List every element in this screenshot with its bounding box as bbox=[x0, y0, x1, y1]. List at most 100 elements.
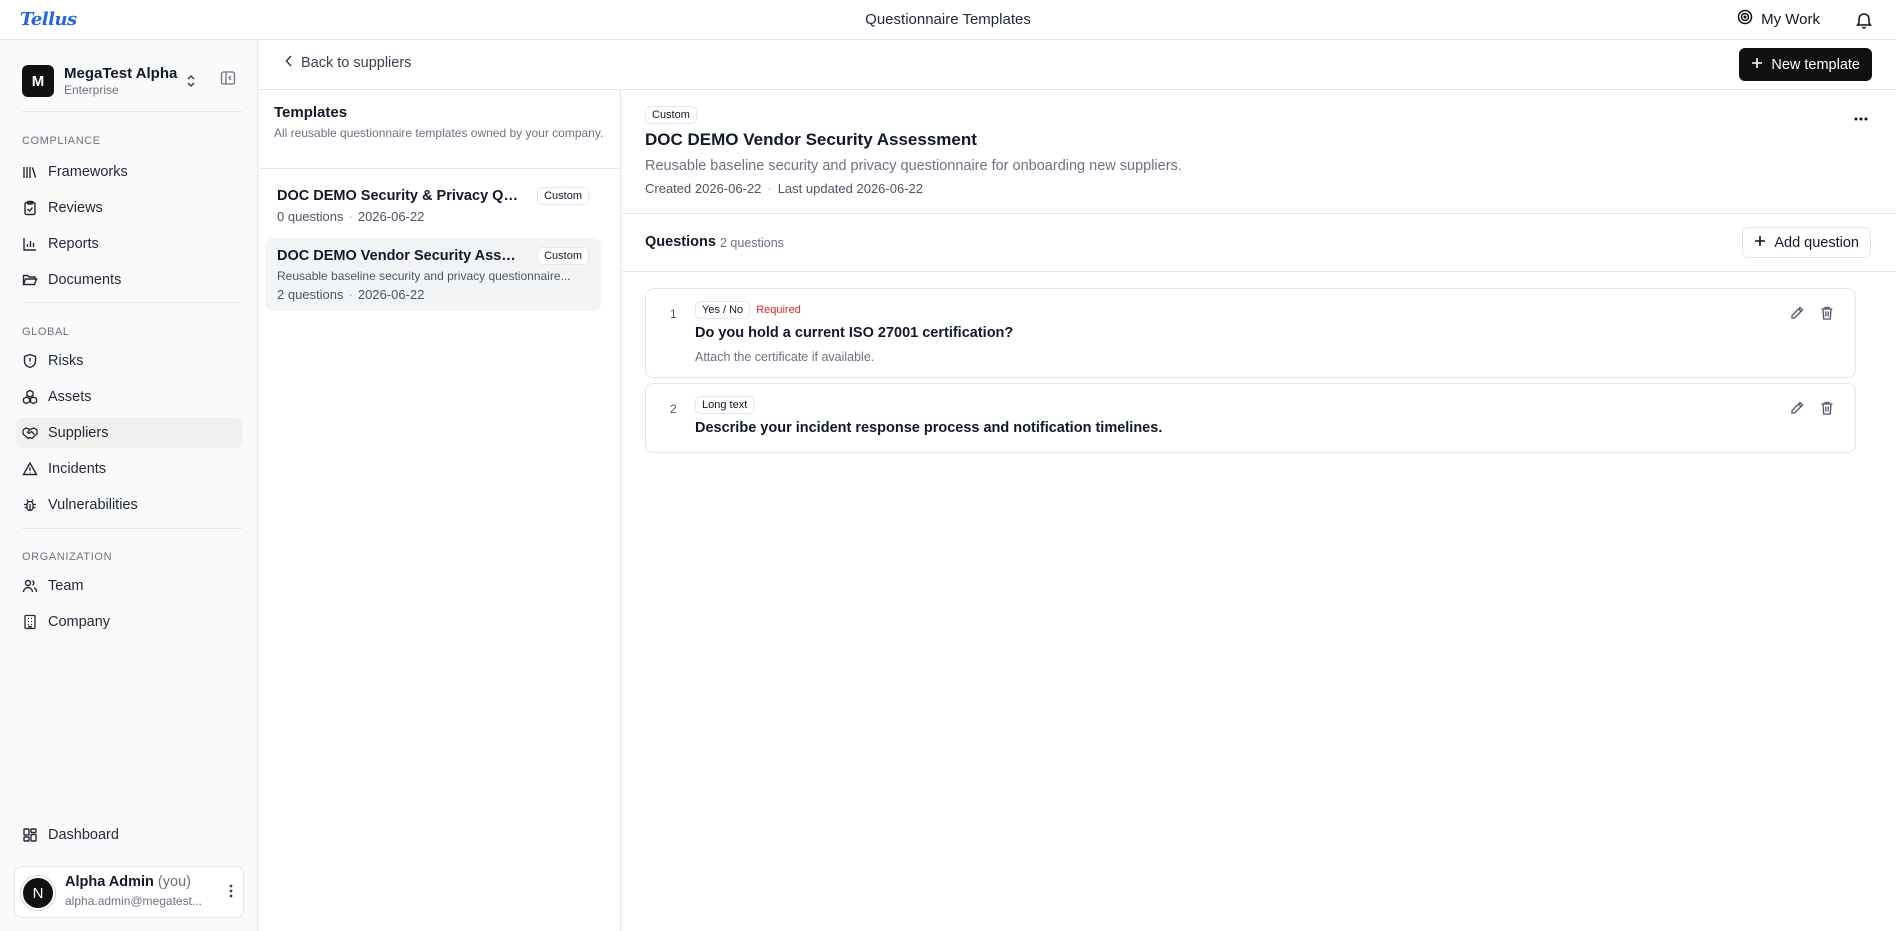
template-meta: 2 questions · 2026-06-22 bbox=[277, 287, 425, 302]
sidebar-item-label: Dashboard bbox=[48, 827, 119, 843]
user-you-label: (you) bbox=[157, 874, 191, 890]
sidebar: M MegaTest Alpha Enterprise COMPLIANCE F… bbox=[0, 40, 258, 931]
user-name-text: Alpha Admin bbox=[65, 874, 154, 890]
sidebar-item-incidents[interactable]: Incidents bbox=[16, 454, 242, 484]
template-subtitle: Reusable baseline security and privacy q… bbox=[277, 269, 571, 283]
sidebar-item-label: Risks bbox=[48, 353, 84, 369]
required-label: Required bbox=[756, 304, 801, 316]
sidebar-item-label: Incidents bbox=[48, 461, 107, 477]
bell-icon[interactable] bbox=[1856, 11, 1872, 34]
my-work-button[interactable]: My Work bbox=[1737, 9, 1820, 29]
page-title: Questionnaire Templates bbox=[865, 11, 1031, 28]
sidebar-item-dashboard[interactable]: Dashboard bbox=[16, 820, 242, 850]
template-name: DOC DEMO Vendor Security Assess... bbox=[277, 248, 523, 264]
dashboard-icon bbox=[22, 827, 38, 843]
template-badge: Custom bbox=[537, 187, 589, 205]
bug-icon bbox=[22, 497, 38, 513]
template-date: 2026-06-22 bbox=[357, 287, 425, 302]
sidebar-item-reviews[interactable]: Reviews bbox=[16, 193, 242, 223]
sidebar-item-frameworks[interactable]: Frameworks bbox=[16, 157, 242, 187]
sidebar-item-label: Reviews bbox=[48, 200, 103, 216]
org-avatar: M bbox=[22, 65, 54, 97]
question-type-badge: Long text bbox=[695, 396, 755, 414]
sidebar-divider bbox=[22, 528, 242, 529]
back-to-suppliers-link[interactable]: Back to suppliers bbox=[285, 55, 411, 71]
question-number: 2 bbox=[670, 402, 677, 416]
avatar: N bbox=[21, 876, 55, 910]
user-card[interactable]: N Alpha Admin (you) alpha.admin@megatest… bbox=[14, 866, 244, 918]
org-plan: Enterprise bbox=[64, 82, 119, 97]
handshake-icon bbox=[22, 425, 38, 441]
sidebar-item-suppliers[interactable]: Suppliers bbox=[16, 418, 242, 448]
sidebar-item-label: Company bbox=[48, 614, 111, 630]
template-question-count: 0 questions bbox=[277, 209, 344, 224]
template-list-item[interactable]: DOC DEMO Security & Privacy Ques... Cust… bbox=[265, 178, 601, 233]
sidebar-item-risks[interactable]: Risks bbox=[16, 346, 242, 376]
question-card: 1 Yes / No Required Do you hold a curren… bbox=[645, 288, 1856, 378]
template-dates: Created 2026-06-22 · Last updated 2026-06-… bbox=[645, 181, 923, 196]
created-date: Created 2026-06-22 bbox=[645, 181, 762, 196]
edit-pencil-icon[interactable] bbox=[1789, 305, 1805, 321]
sidebar-item-reports[interactable]: Reports bbox=[16, 229, 242, 259]
template-meta: 0 questions · 2026-06-22 bbox=[277, 209, 425, 224]
chevron-left-icon bbox=[285, 55, 293, 71]
question-help-text: Attach the certificate if available. bbox=[695, 350, 875, 364]
sidebar-item-label: Suppliers bbox=[48, 425, 109, 441]
questions-header: Questions 2 questions Add question bbox=[622, 214, 1896, 272]
templates-description: All reusable questionnaire templates own… bbox=[274, 126, 604, 140]
template-date: 2026-06-22 bbox=[357, 209, 425, 224]
add-question-button[interactable]: Add question bbox=[1742, 227, 1871, 258]
more-horizontal-icon[interactable] bbox=[1854, 108, 1868, 126]
org-switcher[interactable]: M MegaTest Alpha Enterprise bbox=[22, 63, 238, 99]
back-label: Back to suppliers bbox=[301, 55, 412, 71]
question-text: Do you hold a current ISO 27001 certific… bbox=[695, 325, 1014, 341]
folder-open-icon bbox=[22, 272, 38, 288]
trash-icon[interactable] bbox=[1819, 400, 1835, 416]
bar-chart-icon bbox=[22, 236, 38, 252]
clipboard-check-icon bbox=[22, 200, 38, 216]
shield-icon bbox=[22, 353, 38, 369]
template-name: DOC DEMO Security & Privacy Ques... bbox=[277, 188, 523, 204]
template-list-item-selected[interactable]: DOC DEMO Vendor Security Assess... Custo… bbox=[265, 238, 601, 311]
my-work-label: My Work bbox=[1761, 10, 1820, 28]
trash-icon[interactable] bbox=[1819, 305, 1835, 321]
boxes-icon bbox=[22, 389, 38, 405]
sidebar-item-team[interactable]: Team bbox=[16, 571, 242, 601]
sidebar-divider bbox=[22, 111, 242, 112]
template-description: Reusable baseline security and privacy q… bbox=[645, 158, 1182, 174]
org-name: MegaTest Alpha bbox=[64, 64, 178, 82]
sidebar-item-label: Vulnerabilities bbox=[48, 497, 138, 513]
template-type-badge: Custom bbox=[645, 106, 697, 124]
edit-pencil-icon[interactable] bbox=[1789, 400, 1805, 416]
question-type-badge: Yes / No bbox=[695, 301, 751, 319]
template-question-count: 2 questions bbox=[277, 287, 344, 302]
user-name: Alpha Admin (you) bbox=[65, 874, 191, 890]
user-email: alpha.admin@megatest... bbox=[65, 894, 202, 908]
section-label-compliance: COMPLIANCE bbox=[22, 135, 101, 147]
questions-title: Questions bbox=[645, 234, 716, 250]
template-badge: Custom bbox=[537, 247, 589, 265]
alert-triangle-icon bbox=[22, 461, 38, 477]
sidebar-item-vulnerabilities[interactable]: Vulnerabilities bbox=[16, 490, 242, 520]
more-vertical-icon[interactable] bbox=[229, 884, 233, 903]
content-header: Back to suppliers New template bbox=[259, 40, 1896, 90]
new-template-label: New template bbox=[1771, 56, 1860, 73]
updated-date: Last updated 2026-06-22 bbox=[777, 181, 923, 196]
target-icon bbox=[1737, 9, 1753, 29]
template-title: DOC DEMO Vendor Security Assessment bbox=[645, 130, 977, 149]
sidebar-item-label: Reports bbox=[48, 236, 99, 252]
plus-icon bbox=[1751, 57, 1763, 73]
sidebar-item-company[interactable]: Company bbox=[16, 607, 242, 637]
template-detail-header: Custom DOC DEMO Vendor Security Assessme… bbox=[622, 90, 1896, 214]
sidebar-item-documents[interactable]: Documents bbox=[16, 265, 242, 295]
templates-title: Templates bbox=[274, 104, 348, 121]
question-card: 2 Long text Describe your incident respo… bbox=[645, 383, 1856, 453]
building-icon bbox=[22, 614, 38, 630]
chevron-up-down-icon bbox=[185, 73, 197, 94]
template-detail: Custom DOC DEMO Vendor Security Assessme… bbox=[622, 90, 1896, 931]
sidebar-collapse-icon[interactable] bbox=[220, 70, 236, 91]
new-template-button[interactable]: New template bbox=[1739, 48, 1872, 81]
top-bar: Tellus Questionnaire Templates My Work bbox=[0, 0, 1896, 40]
sidebar-item-assets[interactable]: Assets bbox=[16, 382, 242, 412]
sidebar-item-label: Frameworks bbox=[48, 164, 128, 180]
